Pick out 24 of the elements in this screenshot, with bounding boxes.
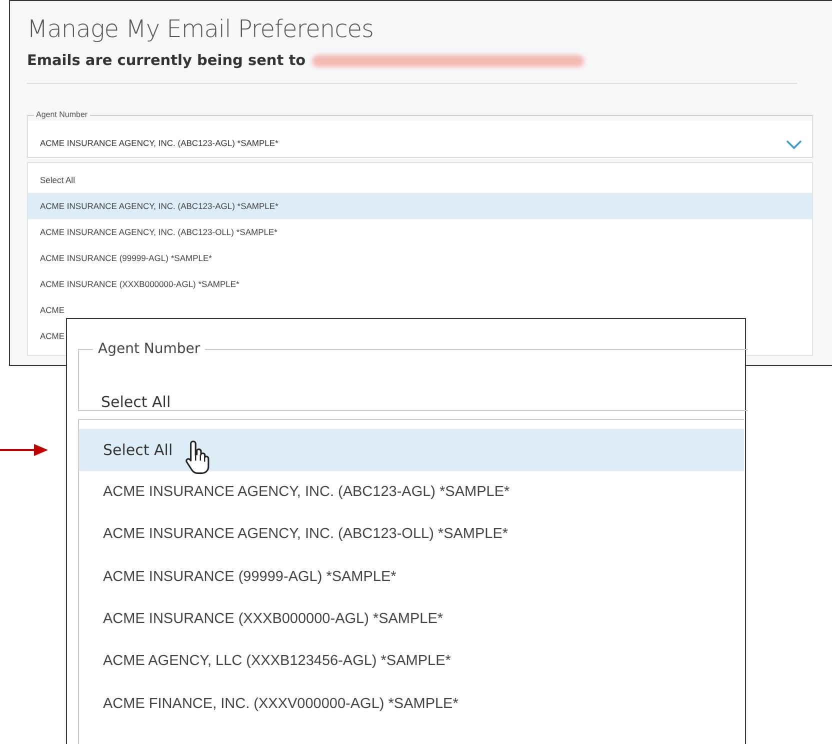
dropdown-option[interactable]: ACME: [28, 323, 66, 349]
field-label: Agent Number: [35, 110, 89, 120]
dropdown-option[interactable]: ACME INSURANCE (XXXB000000-AGL) *SAMPLE*: [79, 598, 744, 640]
dropdown-option[interactable]: ACME: [28, 297, 66, 323]
agent-number-dropdown[interactable]: Agent Number ACME INSURANCE AGENCY, INC. (ABC123-AGL) *SAMPLE*: [27, 110, 813, 158]
dropdown-option[interactable]: ACME INSURANCE AGENCY, INC. (ABC123-AGL) *SAMPLE*: [79, 470, 744, 514]
dropdown-option[interactable]: ACME INSURANCE (99999-AGL) *SAMPLE*: [79, 556, 744, 598]
field-label: Agent Number: [97, 340, 202, 359]
dropdown-option[interactable]: ACME INSURANCE AGENCY, INC. (ABC123-OLL) *SAMPLE*: [79, 513, 744, 556]
pointer-arrow: [0, 443, 50, 457]
dropdown-option[interactable]: Select All: [28, 167, 812, 193]
field-value: ACME INSURANCE AGENCY, INC. (ABC123-AGL) *SAMPLE*: [40, 138, 278, 148]
page-title: Manage My Email Preferences: [27, 15, 375, 43]
dropdown-option[interactable]: Select All: [79, 428, 744, 471]
dropdown-option[interactable]: ACME INSURANCE AGENCY, INC. (ABC123-AGL) *SAMPLE*: [28, 193, 812, 219]
dropdown-option[interactable]: ACME FINANCE, INC. (XXXV000000-AGL) *SAMPLE*: [79, 682, 744, 725]
chevron-down-icon[interactable]: [786, 140, 802, 150]
agent-number-dropdown[interactable]: Agent Number Select All: [78, 339, 748, 411]
dropdown-option[interactable]: ACME INSURANCE (99999-AGL) *SAMPLE*: [28, 245, 812, 271]
field-value: Select All: [101, 393, 171, 411]
dropdown-option[interactable]: ACME INSURANCE (XXXB000000-AGL) *SAMPLE*: [28, 271, 812, 297]
dropdown-option[interactable]: ACME AGENCY, LLC (XXXB123456-AGL) *SAMPLE*: [79, 640, 744, 682]
dropdown-option[interactable]: ACME INSURANCE AGENCY, INC. (ABC123-OLL) *SAMPLE*: [28, 219, 812, 245]
recipient-text: Emails are currently being sent to: [27, 53, 306, 69]
